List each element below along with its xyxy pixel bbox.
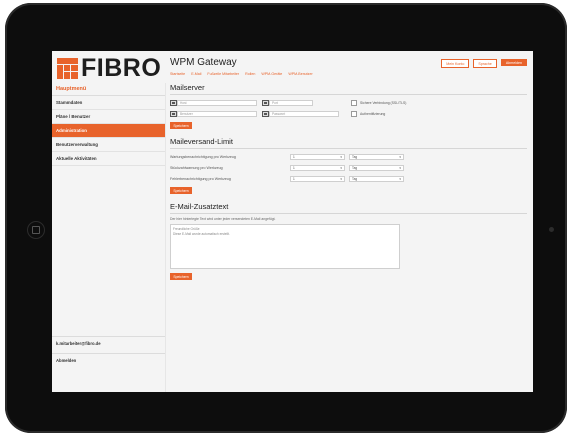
tablet-frame: FIBRO WPM Gateway Startseite E-Mail Fußz…: [5, 3, 567, 433]
chevron-down-icon: ▾: [399, 165, 401, 170]
limit-value-select[interactable]: 1 ▾: [290, 175, 345, 182]
sidebar-item-administration[interactable]: Administration: [52, 124, 165, 138]
header-actions: Mein Konto Sprache Abmelden: [441, 59, 527, 68]
server-icon: [170, 99, 177, 106]
header-tabs: Startseite E-Mail Fußzeile Mitarbeiter R…: [170, 72, 313, 76]
mailserver-section-title: Mailserver: [170, 83, 527, 95]
sidebar-item-label: Stammdaten: [56, 100, 83, 105]
fibro-grid-icon: [57, 57, 78, 79]
limit-label: Stückzahlwarnung pro Werkzeug: [170, 165, 223, 170]
tab-footer[interactable]: Fußzeile Mitarbeiter: [207, 72, 239, 76]
app-title: WPM Gateway: [170, 57, 237, 68]
limit-value: 1: [293, 154, 295, 159]
sidebar-item-user-management[interactable]: Benutzerverwaltung: [52, 138, 165, 152]
extra-text-help: Der hier hinterlegte Text wird unter jed…: [170, 217, 276, 221]
logout-button[interactable]: Abmelden: [500, 59, 527, 66]
brand-logo[interactable]: FIBRO: [57, 54, 161, 82]
sidebar-heading: Hauptmenü: [52, 83, 165, 96]
extra-text-save-button[interactable]: Speichern: [170, 273, 192, 280]
brand-logo-text: FIBRO: [81, 53, 162, 82]
account-button[interactable]: Mein Konto: [441, 59, 470, 68]
camera-icon: [549, 227, 554, 232]
limit-save-button[interactable]: Speichern: [170, 187, 192, 194]
tab-wpm-devices[interactable]: WPM-Geräte: [261, 72, 282, 76]
account-button-label: Mein Konto: [446, 61, 465, 66]
sidebar-divider: [52, 336, 165, 337]
language-button[interactable]: Sprache: [473, 59, 497, 68]
chevron-down-icon: ▾: [340, 154, 342, 159]
limit-unit-select[interactable]: Tag ▾: [349, 175, 404, 182]
sidebar-item-label: Aktuelle Aktivitäten: [56, 156, 97, 161]
extra-text-textarea[interactable]: Freundliche Grüße Diese E-Mail wurde aut…: [170, 224, 400, 269]
user-input[interactable]: Benutzer: [177, 110, 257, 117]
auth-checkbox-label: Authentifizierung: [360, 111, 386, 116]
sidebar-logout-link[interactable]: Abmelden: [56, 358, 76, 363]
extra-text-section-title: E-Mail-Zusatztext: [170, 202, 527, 214]
sidebar-item-label: Benutzerverwaltung: [56, 142, 98, 147]
limit-value: 1: [293, 176, 295, 181]
limit-unit: Tag: [352, 176, 358, 181]
sidebar-item-master-data[interactable]: Stammdaten: [52, 96, 165, 110]
sidebar: Hauptmenü Stammdaten Pläne / Benutzer Ad…: [52, 83, 166, 392]
limit-section-title: Maileversand-Limit: [170, 137, 527, 149]
limit-value-select[interactable]: 1 ▾: [290, 153, 345, 160]
limit-unit: Tag: [352, 165, 358, 170]
chevron-down-icon: ▾: [340, 176, 342, 181]
logout-button-label: Abmelden: [505, 60, 522, 65]
user-email: k.mitarbeiter@fibro.de: [56, 341, 101, 346]
tab-wpm-users[interactable]: WPM-Benutzer: [288, 72, 312, 76]
save-button-label: Speichern: [173, 188, 189, 193]
home-button-icon[interactable]: [27, 221, 45, 239]
sidebar-divider: [52, 353, 165, 354]
chevron-down-icon: ▾: [340, 165, 342, 170]
limit-unit: Tag: [352, 154, 358, 159]
limit-value-select[interactable]: 1 ▾: [290, 164, 345, 171]
app-screen: FIBRO WPM Gateway Startseite E-Mail Fußz…: [52, 51, 533, 392]
chevron-down-icon: ▾: [399, 176, 401, 181]
password-input[interactable]: Passwort: [269, 110, 339, 117]
tab-roles[interactable]: Rollen: [245, 72, 255, 76]
main-content: Mailserver Host Port Sichere Verbindung …: [170, 83, 527, 280]
limit-label: Fehlerbenachrichtigung pro Werkzeug: [170, 176, 231, 181]
ssl-checkbox-label: Sichere Verbindung (SSL/TLS): [360, 100, 407, 105]
limit-label: Wartungsbenachrichtigung pro Werkzeug: [170, 154, 236, 159]
limit-unit-select[interactable]: Tag ▾: [349, 164, 404, 171]
sidebar-item-label: Pläne / Benutzer: [56, 114, 91, 119]
save-button-label: Speichern: [173, 123, 189, 128]
lock-icon: [262, 110, 269, 117]
limit-value: 1: [293, 165, 295, 170]
host-input[interactable]: Host: [177, 99, 257, 106]
auth-checkbox[interactable]: [351, 110, 357, 117]
ssl-checkbox[interactable]: [351, 99, 357, 106]
limit-unit-select[interactable]: Tag ▾: [349, 153, 404, 160]
mailserver-save-button[interactable]: Speichern: [170, 122, 192, 129]
sidebar-item-plans-users[interactable]: Pläne / Benutzer: [52, 110, 165, 124]
save-button-label: Speichern: [173, 274, 189, 279]
chevron-down-icon: ▾: [399, 154, 401, 159]
sidebar-item-label: Administration: [56, 128, 87, 133]
language-button-label: Sprache: [478, 61, 492, 66]
tab-email[interactable]: E-Mail: [191, 72, 201, 76]
tab-start[interactable]: Startseite: [170, 72, 185, 76]
user-icon: [170, 110, 177, 117]
port-icon: [262, 99, 269, 106]
sidebar-item-activities[interactable]: Aktuelle Aktivitäten: [52, 152, 165, 166]
port-input[interactable]: Port: [269, 99, 313, 106]
